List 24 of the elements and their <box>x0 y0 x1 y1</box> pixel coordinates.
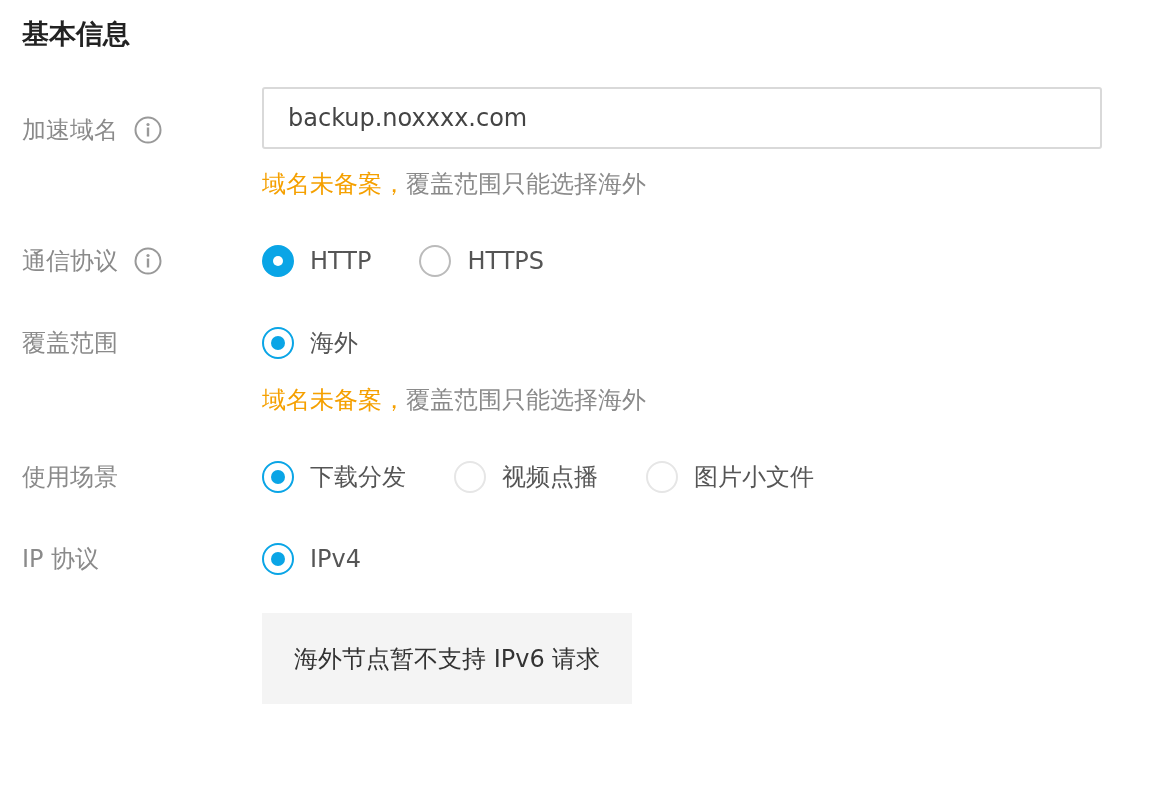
radio-option[interactable]: IPv4 <box>262 543 362 575</box>
hint-text: 覆盖范围只能选择海外 <box>406 170 646 198</box>
radio-button[interactable] <box>262 543 294 575</box>
field-label: 通信协议 <box>22 246 118 277</box>
field-label: IP 协议 <box>22 544 100 575</box>
notice-box: 海外节点暂不支持 IPv6 请求 <box>262 613 633 704</box>
radio-button[interactable] <box>419 245 452 277</box>
radio-button[interactable] <box>262 327 294 359</box>
field-label: 覆盖范围 <box>22 328 118 359</box>
info-icon[interactable] <box>134 247 162 275</box>
field-label: 加速域名 <box>22 115 118 146</box>
field-label: 使用场景 <box>22 462 118 493</box>
radio-option[interactable]: HTTP <box>262 245 372 277</box>
warning-text: 域名未备案， <box>262 386 406 414</box>
info-icon[interactable] <box>134 116 162 144</box>
radio-button[interactable] <box>262 245 294 277</box>
radio-option[interactable]: HTTPS <box>419 245 545 277</box>
radio-option[interactable]: 下载分发 <box>262 461 406 493</box>
domain-input[interactable]: backup.noxxxx.com <box>262 87 1102 149</box>
warning-text: 域名未备案， <box>262 170 406 198</box>
radio-button[interactable] <box>262 461 294 493</box>
section-title: 基本信息 <box>22 17 131 51</box>
radio-option[interactable]: 海外 <box>262 327 358 359</box>
hint-text: 覆盖范围只能选择海外 <box>406 386 646 414</box>
